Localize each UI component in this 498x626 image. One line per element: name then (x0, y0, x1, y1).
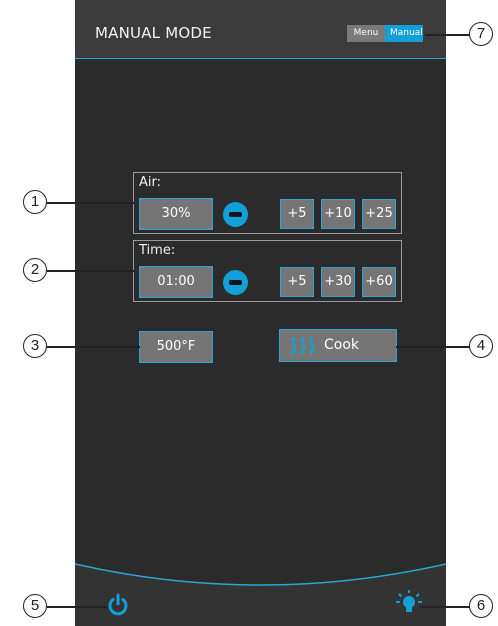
callout-3: 3 (23, 334, 47, 358)
header-bar: MANUAL MODE Menu Manual (75, 0, 446, 59)
air-decrease-button[interactable] (223, 202, 248, 227)
callout-leader (47, 346, 140, 348)
callout-leader (420, 606, 470, 608)
callout-leader (47, 270, 135, 272)
cook-label: Cook (324, 337, 360, 353)
callout-2: 2 (23, 258, 47, 282)
time-increment-button[interactable]: +60 (362, 267, 396, 297)
air-control-group: Air: 30% +5 +10 +25 (133, 172, 402, 234)
time-value-field[interactable]: 01:00 (139, 266, 213, 298)
cook-button[interactable]: Cook (279, 329, 397, 362)
air-label: Air: (139, 175, 162, 190)
callout-7: 7 (469, 22, 493, 46)
air-increment-button[interactable]: +5 (280, 199, 314, 229)
footer-panel (75, 563, 446, 626)
oven-screen: MANUAL MODE Menu Manual Air: 30% +5 +10 … (75, 0, 446, 626)
heat-waves-icon (291, 337, 315, 355)
mode-toggle: Menu Manual (347, 25, 423, 42)
time-increment-button[interactable]: +5 (280, 267, 314, 297)
manual-mode-button[interactable]: Manual (385, 25, 423, 42)
callout-leader (47, 606, 107, 608)
callout-leader (425, 34, 470, 36)
air-value-field[interactable]: 30% (139, 198, 213, 230)
time-decrease-button[interactable] (223, 270, 248, 295)
time-control-group: Time: 01:00 +5 +30 +60 (133, 240, 402, 302)
callout-1: 1 (23, 190, 47, 214)
time-label: Time: (139, 243, 176, 258)
page-title: MANUAL MODE (95, 24, 212, 42)
light-bulb-icon[interactable] (395, 588, 423, 616)
time-increment-button[interactable]: +30 (321, 267, 355, 297)
temperature-button[interactable]: 500°F (139, 331, 213, 363)
callout-5: 5 (23, 594, 47, 618)
callout-leader (47, 202, 135, 204)
menu-mode-button[interactable]: Menu (347, 25, 385, 42)
air-increment-button[interactable]: +25 (362, 199, 396, 229)
callout-4: 4 (469, 334, 493, 358)
callout-leader (396, 346, 470, 348)
air-increment-button[interactable]: +10 (321, 199, 355, 229)
power-icon[interactable] (106, 593, 130, 617)
callout-6: 6 (469, 594, 493, 618)
